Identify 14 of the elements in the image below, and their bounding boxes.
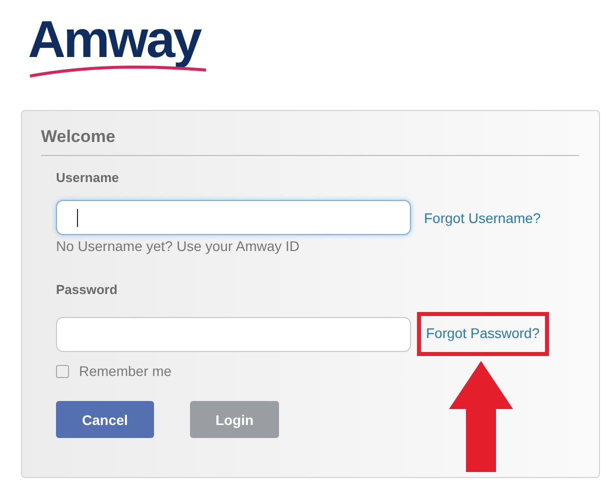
checkbox[interactable] (56, 364, 69, 378)
hint-text: No Username yet? Use your Amway ID (56, 238, 301, 256)
password-field[interactable] (56, 316, 411, 352)
forgot-password-link[interactable]: Forgot Password? (426, 325, 540, 341)
cancel-button[interactable]: Cancel (56, 401, 154, 438)
card-title: Welcome (41, 127, 579, 156)
checkbox-label: Remember me (79, 363, 172, 379)
login-button[interactable]: Login (190, 401, 279, 438)
username-field[interactable] (56, 200, 411, 235)
field-label: Password (56, 282, 118, 299)
logo-wordmark: Amway (28, 12, 202, 68)
field-label: Username (56, 170, 120, 187)
forgot-username-link[interactable]: Forgot Username? (424, 210, 541, 226)
arrow-icon (449, 361, 513, 472)
